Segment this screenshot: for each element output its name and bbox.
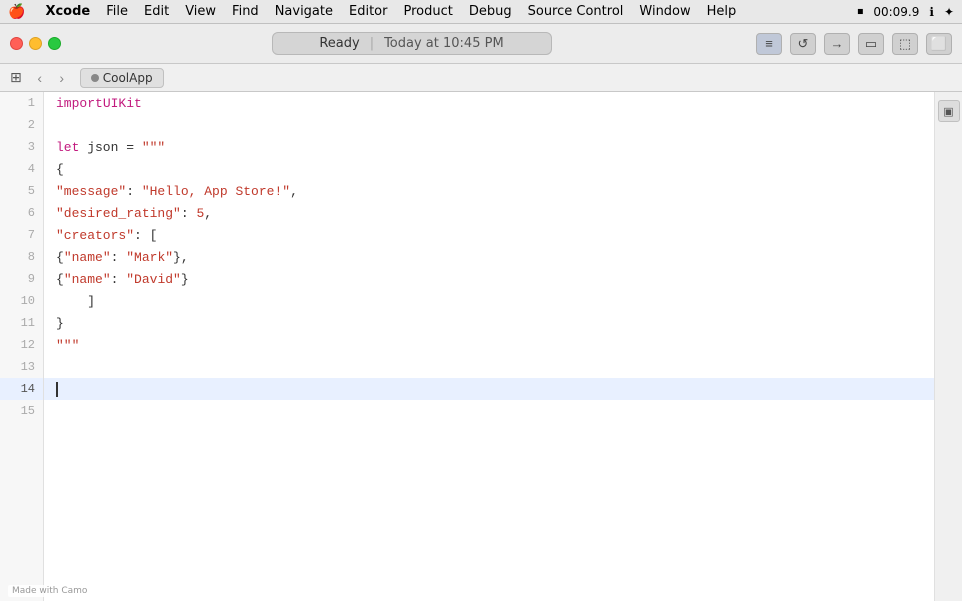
refresh-button[interactable]: ↺ (790, 33, 816, 55)
tab-dot-icon (91, 74, 99, 82)
line-number-gutter: 123456789101112131415 (0, 92, 44, 601)
maximize-button[interactable] (48, 37, 61, 50)
apple-menu-icon[interactable]: 🍎 (8, 4, 25, 20)
code-line-4: { (44, 158, 934, 180)
status-box: Ready | Today at 10:45 PM (272, 32, 552, 55)
editor-container: 123456789101112131415 import UIKitlet js… (0, 92, 962, 601)
info-icon[interactable]: ℹ (929, 5, 934, 19)
code-line-10: ] (44, 290, 934, 312)
line-number-1: 1 (0, 92, 43, 114)
menu-view[interactable]: View (185, 4, 216, 19)
align-left-button[interactable]: ≡ (756, 33, 782, 55)
layout-1-button[interactable]: ▭ (858, 33, 884, 55)
line-number-4: 4 (0, 158, 43, 180)
minimize-button[interactable] (29, 37, 42, 50)
status-time: Today at 10:45 PM (384, 36, 504, 51)
code-line-9: { "name": "David" } (44, 268, 934, 290)
line-number-6: 6 (0, 202, 43, 224)
recording-indicator-icon: ⏹ (857, 4, 863, 19)
layout-2-button[interactable]: ⬚ (892, 33, 918, 55)
menubar-right: ⏹ 00:09.9 ℹ ✦ (857, 4, 954, 19)
traffic-lights (10, 37, 61, 50)
line-number-15: 15 (0, 400, 43, 422)
code-line-2 (44, 114, 934, 136)
status-separator: | (370, 36, 374, 51)
tab-coolapp[interactable]: CoolApp (80, 68, 164, 88)
line-number-14: 14 (0, 378, 43, 400)
close-button[interactable] (10, 37, 23, 50)
watermark: Made with Camo (8, 585, 91, 597)
forward-button[interactable]: › (52, 68, 72, 88)
menu-source-control[interactable]: Source Control (528, 4, 624, 19)
layout-3-button[interactable]: ⬜ (926, 33, 952, 55)
menu-file[interactable]: File (106, 4, 128, 19)
arrow-right-button[interactable]: → (824, 33, 850, 55)
titlebar-right: ≡ ↺ → ▭ ⬚ ⬜ (756, 33, 952, 55)
tabbar: ⊞ ‹ › CoolApp (0, 64, 962, 92)
code-line-8: { "name": "Mark" }, (44, 246, 934, 268)
code-line-15 (44, 400, 934, 422)
line-number-8: 8 (0, 246, 43, 268)
line-number-9: 9 (0, 268, 43, 290)
line-number-13: 13 (0, 356, 43, 378)
code-area[interactable]: import UIKit let json = """{ "message": "… (44, 92, 934, 601)
line-number-10: 10 (0, 290, 43, 312)
menu-xcode[interactable]: Xcode (45, 4, 90, 19)
code-line-13 (44, 356, 934, 378)
menu-edit[interactable]: Edit (144, 4, 169, 19)
code-line-11: } (44, 312, 934, 334)
menu-debug[interactable]: Debug (469, 4, 512, 19)
back-button[interactable]: ‹ (30, 68, 50, 88)
menu-help[interactable]: Help (707, 4, 737, 19)
titlebar-center: Ready | Today at 10:45 PM (75, 32, 748, 55)
tab-label: CoolApp (103, 71, 153, 85)
titlebar: Ready | Today at 10:45 PM ≡ ↺ → ▭ ⬚ ⬜ (0, 24, 962, 64)
line-number-7: 7 (0, 224, 43, 246)
timer-display: 00:09.9 (873, 5, 919, 19)
line-number-5: 5 (0, 180, 43, 202)
code-line-3: let json = """ (44, 136, 934, 158)
right-sidebar: ▣ (934, 92, 962, 601)
menu-navigate[interactable]: Navigate (275, 4, 333, 19)
line-number-2: 2 (0, 114, 43, 136)
code-line-1: import UIKit (44, 92, 934, 114)
menubar: 🍎 Xcode File Edit View Find Navigate Edi… (0, 0, 962, 24)
status-label: Ready (319, 36, 359, 51)
line-number-12: 12 (0, 334, 43, 356)
menu-window[interactable]: Window (639, 4, 690, 19)
line-number-3: 3 (0, 136, 43, 158)
text-cursor (56, 382, 58, 397)
code-line-7: "creators": [ (44, 224, 934, 246)
line-number-11: 11 (0, 312, 43, 334)
code-line-5: "message": "Hello, App Store!", (44, 180, 934, 202)
menu-product[interactable]: Product (403, 4, 452, 19)
menu-find[interactable]: Find (232, 4, 259, 19)
extra-icon[interactable]: ✦ (944, 5, 954, 19)
tabbar-nav: ‹ › (30, 68, 72, 88)
minimap-button[interactable]: ▣ (938, 100, 960, 122)
code-line-14 (44, 378, 934, 400)
code-line-12: """ (44, 334, 934, 356)
code-line-6: "desired_rating": 5, (44, 202, 934, 224)
grid-icon[interactable]: ⊞ (6, 70, 26, 86)
menu-editor[interactable]: Editor (349, 4, 387, 19)
